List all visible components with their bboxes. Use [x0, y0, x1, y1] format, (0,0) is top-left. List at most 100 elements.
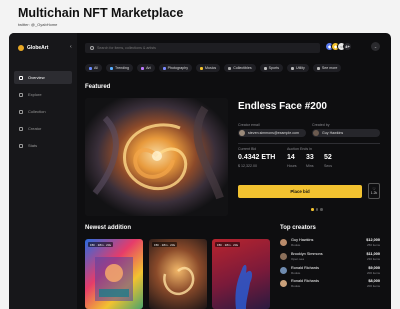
- avatar: [280, 239, 287, 246]
- countdown-tag: 15h · 18m · 23s: [152, 242, 178, 247]
- chip-label: Photography: [167, 66, 189, 70]
- chip-label: See more: [321, 66, 338, 70]
- creator-items: 230 items: [366, 256, 380, 261]
- creator-role: Rookie: [291, 270, 301, 275]
- menu-chevron-icon[interactable]: ⌄: [371, 42, 380, 51]
- newest-card[interactable]: 15h · 18m · 23s: [149, 239, 207, 309]
- auction-secs: 52: [324, 154, 332, 161]
- chip-label: Sports: [268, 66, 280, 70]
- created-by-label: Created by: [312, 123, 330, 127]
- sidebar-item-creator[interactable]: Creator: [14, 122, 72, 135]
- art-icon: [141, 66, 145, 70]
- avatar: [313, 130, 319, 136]
- sidebar-item-label: Stats: [28, 143, 38, 148]
- avatar: [280, 266, 287, 274]
- auction-secs-label: Secs: [324, 164, 332, 168]
- sidebar: GlobeArt ‹ Overview Explore Collection C…: [9, 33, 77, 309]
- created-by-name: Guy Hawkins: [322, 131, 344, 135]
- search-input[interactable]: [97, 46, 297, 50]
- countdown-tag: 15h · 18m · 23s: [215, 242, 241, 247]
- sidebar-item-label: Collection: [28, 109, 46, 114]
- current-bid-label: Current Bid: [238, 147, 257, 151]
- creator-items: 250 items: [366, 243, 380, 247]
- divider: [238, 143, 380, 144]
- page-title: Multichain NFT Marketplace: [18, 6, 184, 20]
- creator-name: Guy Hawkins: [291, 238, 314, 242]
- chip-see-more[interactable]: See more: [312, 64, 342, 72]
- newest-card[interactable]: 15h · 18m · 23s: [85, 239, 143, 309]
- chip-sports[interactable]: Sports: [259, 64, 284, 72]
- artwork-name: Endless Face #200: [238, 101, 327, 112]
- place-bid-button[interactable]: Place bid: [238, 185, 362, 198]
- auction-mins: 33: [306, 154, 314, 161]
- creator-amount: $12,000: [366, 238, 380, 242]
- chip-musics[interactable]: Musics: [196, 64, 221, 72]
- grid-icon: [19, 75, 23, 80]
- avatar: [239, 130, 245, 136]
- creator-role: Open sea: [291, 256, 305, 261]
- newest-card[interactable]: 15h · 18m · 23s: [212, 239, 270, 309]
- collapse-sidebar-icon[interactable]: ‹: [70, 44, 72, 50]
- creator-amount: $8,000: [368, 279, 380, 284]
- sidebar-item-label: Explore: [28, 92, 42, 97]
- creator-role: Rookie: [291, 284, 301, 289]
- auction-label: Auction Ends in: [287, 147, 312, 151]
- trending-icon: [110, 66, 113, 70]
- creator-role: Rookie: [291, 243, 301, 247]
- wallet-count: 4+: [343, 42, 352, 51]
- creators-list: Guy Hawkins Rookie $12,000 250 items Brook…: [280, 236, 380, 291]
- sidebar-item-overview[interactable]: Overview: [14, 71, 72, 84]
- chip-trending[interactable]: Trending: [106, 64, 134, 72]
- creator-name: Ronald Richards: [291, 265, 320, 270]
- utility-icon: [291, 66, 295, 70]
- avatar: [280, 252, 287, 260]
- swirl-thumbnail-image: [163, 266, 195, 296]
- avatar: [280, 280, 287, 288]
- chip-art[interactable]: Art: [137, 64, 155, 72]
- carousel-dot[interactable]: [320, 208, 323, 211]
- creator-email-label: Creator email: [238, 123, 260, 127]
- brand-logo[interactable]: GlobeArt: [18, 45, 48, 51]
- current-bid-usd: $ 12,322.00: [238, 164, 257, 168]
- sidebar-item-collection[interactable]: Collection: [14, 105, 72, 118]
- wallet-chains[interactable]: ◆ ◆ ○ 4+: [325, 42, 352, 51]
- creator-email-pill[interactable]: steven.simmons@example.com: [238, 129, 306, 137]
- list-item[interactable]: Brooklyn Simmons Open sea $11,000 230 item…: [280, 250, 380, 263]
- carousel-dot[interactable]: [315, 208, 318, 211]
- carousel-dot[interactable]: [311, 208, 314, 211]
- chip-collectibles[interactable]: Collectibles: [224, 64, 256, 72]
- chip-label: Art: [146, 66, 151, 70]
- creator-email: steven.simmons@example.com: [248, 131, 299, 135]
- chip-all[interactable]: All: [85, 64, 102, 72]
- carousel-dots: [311, 208, 323, 211]
- search-bar[interactable]: [85, 43, 320, 53]
- like-button[interactable]: ♡ 1.2k: [368, 183, 380, 199]
- list-item[interactable]: Guy Hawkins Rookie $12,000 250 items: [280, 236, 380, 249]
- sidebar-item-label: Creator: [28, 126, 42, 131]
- creator-amount: $9,000: [368, 265, 380, 270]
- countdown-tag: 15h · 18m · 23s: [88, 242, 114, 247]
- chip-label: Musics: [205, 66, 217, 70]
- brand-name: GlobeArt: [27, 45, 49, 51]
- featured-artwork[interactable]: [85, 98, 228, 216]
- compass-icon: [19, 92, 23, 97]
- list-item[interactable]: Ronald Richards Rookie $9,000 200 items: [280, 264, 380, 277]
- top-creators-title: Top creators: [280, 225, 316, 231]
- chip-label: All: [94, 66, 98, 70]
- chip-utility[interactable]: Utility: [287, 64, 309, 72]
- search-icon: [90, 46, 94, 50]
- sidebar-nav: Overview Explore Collection Creator Stat…: [14, 71, 72, 156]
- chip-label: Utility: [296, 66, 305, 70]
- all-icon: [89, 66, 92, 70]
- creator-items: 200 items: [366, 284, 380, 289]
- created-by-pill[interactable]: Guy Hawkins: [312, 129, 380, 137]
- like-count: 1.2k: [370, 191, 378, 195]
- list-item[interactable]: Ronald Richards Rookie $8,000 200 items: [280, 277, 380, 290]
- hand-artwork-image: [235, 264, 253, 309]
- sidebar-item-label: Overview: [28, 75, 45, 80]
- sidebar-item-stats[interactable]: Stats: [14, 139, 72, 152]
- chip-photography[interactable]: Photography: [158, 64, 193, 72]
- collectibles-icon: [228, 66, 232, 70]
- sidebar-item-explore[interactable]: Explore: [14, 88, 72, 101]
- user-icon: [19, 126, 23, 131]
